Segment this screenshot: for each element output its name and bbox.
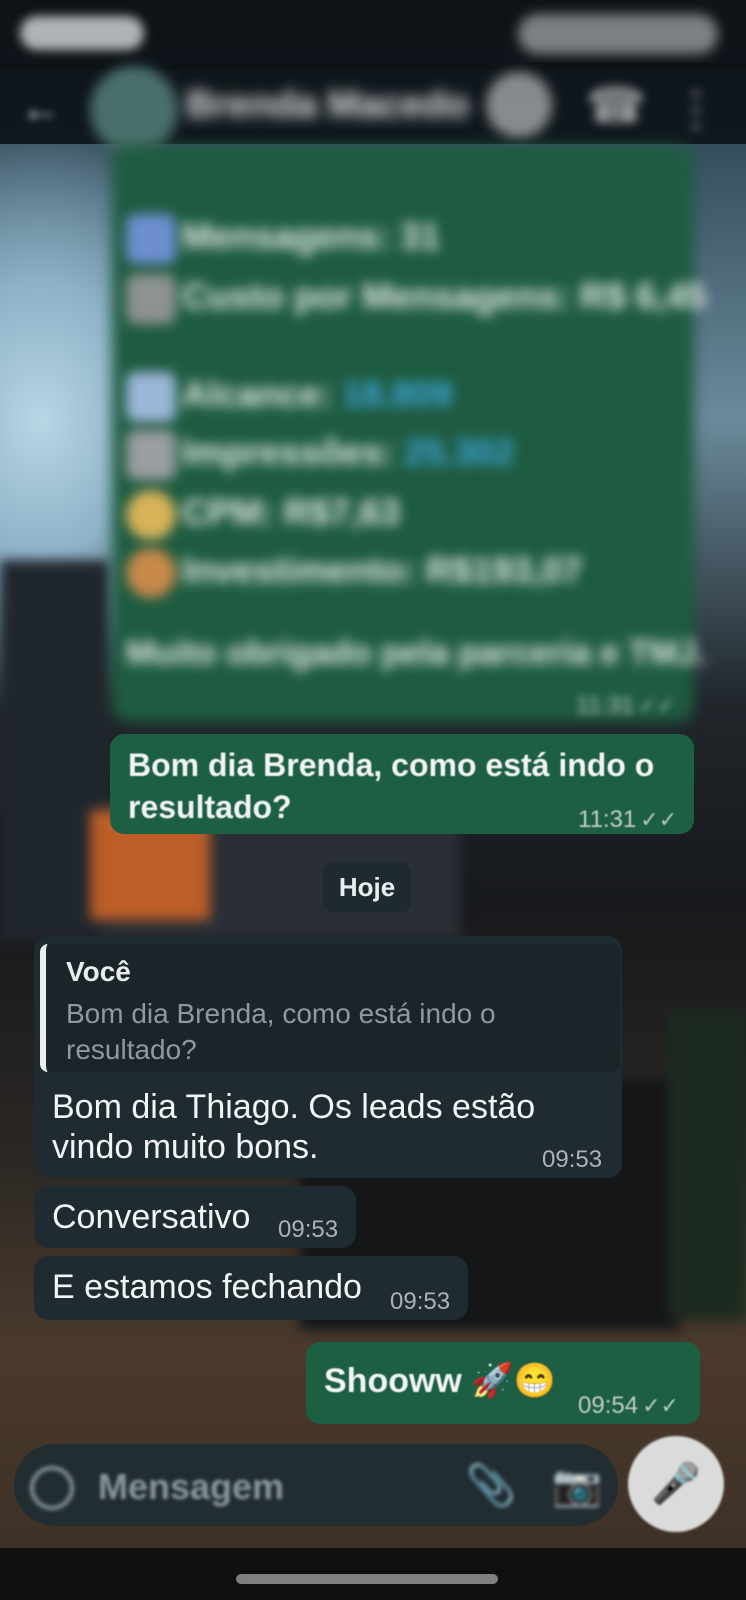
- contact-name[interactable]: Brenda Macedo: [186, 84, 469, 127]
- wallpaper-can: [668, 1010, 746, 1320]
- sticker-icon[interactable]: [30, 1466, 74, 1510]
- message-text: Conversativo: [52, 1198, 251, 1236]
- message-text: Shooww 🚀😁: [324, 1362, 556, 1400]
- quoted-message[interactable]: Você Bom dia Brenda, como está indo o re…: [40, 944, 620, 1072]
- quote-author: Você: [66, 956, 131, 987]
- message-time: 09:54 ✓✓: [578, 1392, 679, 1419]
- paperclip-icon[interactable]: 📎: [466, 1462, 516, 1509]
- arrow-left-icon: ←: [20, 84, 62, 131]
- blurred-line: Muito obrigado pela parceria e TMJ.: [126, 634, 706, 672]
- status-time: [20, 16, 144, 50]
- microphone-icon[interactable]: 🎤: [628, 1436, 724, 1532]
- message-text: vindo muito bons.: [52, 1128, 319, 1166]
- message-input[interactable]: Mensagem: [98, 1466, 284, 1508]
- message-time: 09:53: [390, 1288, 451, 1315]
- message-text: resultado?: [128, 789, 292, 825]
- double-check-icon: ✓✓: [640, 807, 678, 832]
- more-vert-icon[interactable]: ⋮: [672, 80, 720, 140]
- blurred-line: Impressões: 25.302: [126, 430, 514, 480]
- message-time: 09:53: [278, 1216, 339, 1243]
- double-check-icon: ✓✓: [642, 1393, 679, 1418]
- date-divider: Hoje: [323, 862, 411, 912]
- message-time: 09:53: [542, 1146, 603, 1173]
- status-icons: [518, 14, 718, 54]
- message-text: E estamos fechando: [52, 1268, 362, 1306]
- quote-text: Bom dia Brenda, como está indo o resulta…: [66, 998, 496, 1065]
- message-time: 11:31 ✓✓: [578, 806, 678, 833]
- phone-icon[interactable]: ☎: [586, 78, 646, 134]
- contact-avatar[interactable]: [90, 66, 178, 154]
- back-button[interactable]: ←: [20, 84, 70, 131]
- message-text: Bom dia Thiago. Os leads estão: [52, 1088, 536, 1126]
- message-time: 11:31 ✓✓: [576, 692, 676, 719]
- blurred-line: Alcance: 18.809: [126, 372, 452, 422]
- video-call-icon[interactable]: [486, 72, 552, 138]
- blurred-line: Investimento: R$193,07: [126, 548, 582, 598]
- blurred-line: Custo por Mensagens: R$ 6,45: [126, 274, 706, 324]
- blurred-line: CPM: R$7,63: [126, 490, 400, 540]
- blurred-line: Mensagens: 31: [126, 214, 440, 264]
- camera-icon[interactable]: 📷: [552, 1462, 602, 1509]
- gesture-handle[interactable]: [236, 1574, 498, 1584]
- message-text: Bom dia Brenda, como está indo o: [128, 747, 655, 783]
